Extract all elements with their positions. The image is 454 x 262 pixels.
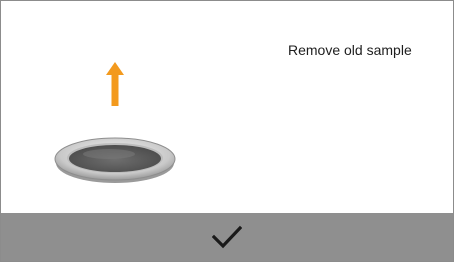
checkmark-icon [212, 225, 242, 249]
arrow-up-icon [106, 62, 124, 106]
instruction-panel: Remove old sample [1, 1, 453, 213]
sample-removal-screen: Remove old sample [0, 0, 454, 262]
confirm-button[interactable] [1, 213, 453, 261]
instruction-text: Remove old sample [288, 42, 412, 58]
sample-dish-icon [54, 137, 176, 183]
